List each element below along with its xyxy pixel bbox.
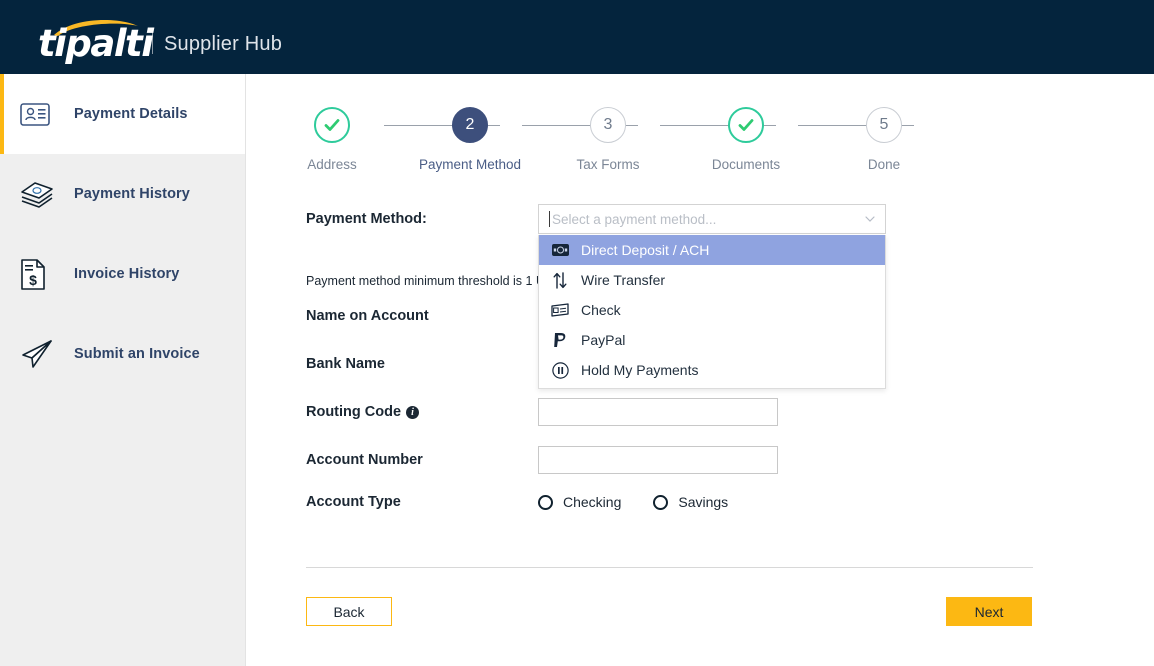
account-type-radio-group: Checking Savings — [538, 494, 728, 510]
text-cursor — [549, 211, 550, 227]
tipalti-wordmark: tipalti — [38, 25, 152, 62]
svg-text:$: $ — [29, 272, 37, 288]
routing-code-input[interactable] — [538, 398, 778, 426]
step-status-indicator — [728, 107, 764, 143]
main-content: Address 2 Payment Method 3 Tax Forms Doc… — [246, 74, 1154, 666]
app-subtitle: Supplier Hub — [164, 33, 282, 59]
pause-circle-icon — [550, 361, 570, 379]
step-done[interactable]: 5 Done — [824, 107, 944, 172]
step-label: Done — [868, 157, 900, 172]
account-number-row: Account Number — [306, 446, 1106, 474]
radio-savings[interactable] — [653, 495, 668, 510]
check-icon — [323, 116, 341, 134]
step-status-indicator: 2 — [452, 107, 488, 143]
supplier-hub-page: tipalti Supplier Hub Payment Details — [0, 0, 1154, 666]
id-card-icon — [20, 96, 64, 132]
step-documents[interactable]: Documents — [686, 107, 806, 172]
dropdown-option-label: Direct Deposit / ACH — [581, 242, 709, 258]
brand: tipalti Supplier Hub — [0, 15, 282, 59]
info-icon[interactable]: i — [406, 406, 419, 419]
step-status-indicator — [314, 107, 350, 143]
dropdown-option-direct-deposit-ach[interactable]: Direct Deposit / ACH — [539, 235, 885, 265]
progress-stepper: Address 2 Payment Method 3 Tax Forms Doc… — [306, 107, 940, 187]
paper-plane-icon — [20, 336, 64, 372]
radio-checking[interactable] — [538, 495, 553, 510]
sidebar-item-label: Submit an Invoice — [74, 346, 200, 362]
step-address[interactable]: Address — [272, 107, 392, 172]
routing-code-row: Routing Code i — [306, 398, 1106, 426]
dropdown-option-label: PayPal — [581, 332, 625, 348]
radio-savings-label: Savings — [678, 494, 728, 510]
account-number-input[interactable] — [538, 446, 778, 474]
account-type-row: Account Type Checking Savings — [306, 494, 1106, 510]
payment-method-form: Payment Method: Select a payment method.… — [306, 204, 1106, 530]
step-label: Payment Method — [419, 157, 521, 172]
routing-code-label-text: Routing Code — [306, 404, 401, 420]
payment-method-row: Payment Method: Select a payment method.… — [306, 204, 1106, 234]
dropdown-option-label: Wire Transfer — [581, 272, 665, 288]
tipalti-logo: tipalti — [38, 15, 142, 59]
sidebar-item-invoice-history[interactable]: $ Invoice History — [0, 234, 245, 314]
step-label: Documents — [712, 157, 780, 172]
sidebar-item-payment-history[interactable]: Payment History — [0, 154, 245, 234]
dropdown-option-label: Check — [581, 302, 621, 318]
bank-name-label: Bank Name — [306, 356, 538, 372]
payment-method-dropdown[interactable]: Direct Deposit / ACH Wire Transfer — [538, 235, 886, 389]
payment-method-placeholder: Select a payment method... — [552, 212, 716, 227]
sidebar-item-label: Payment Details — [74, 106, 188, 122]
dropdown-option-paypal[interactable]: PayPal — [539, 325, 885, 355]
step-status-indicator: 5 — [866, 107, 902, 143]
payment-method-select-wrap: Select a payment method... — [538, 204, 886, 234]
account-number-label: Account Number — [306, 452, 538, 468]
next-button[interactable]: Next — [946, 597, 1032, 626]
step-payment-method[interactable]: 2 Payment Method — [410, 107, 530, 172]
routing-code-label: Routing Code i — [306, 404, 538, 420]
sidebar-item-submit-an-invoice[interactable]: Submit an Invoice — [0, 314, 245, 394]
ach-card-icon — [550, 241, 570, 259]
step-status-indicator: 3 — [590, 107, 626, 143]
payment-method-label: Payment Method: — [306, 211, 538, 227]
chevron-down-icon[interactable] — [865, 216, 875, 222]
radio-checking-label: Checking — [563, 494, 621, 510]
step-tax-forms[interactable]: 3 Tax Forms — [548, 107, 668, 172]
account-type-label: Account Type — [306, 494, 538, 510]
dropdown-option-check[interactable]: Check — [539, 295, 885, 325]
sidebar: Payment Details Payment History — [0, 74, 246, 666]
check-paper-icon — [550, 301, 570, 319]
sidebar-item-label: Invoice History — [74, 266, 179, 282]
sidebar-item-label: Payment History — [74, 186, 190, 202]
app-header: tipalti Supplier Hub — [0, 0, 1154, 74]
check-icon — [737, 116, 755, 134]
paypal-icon — [550, 331, 570, 349]
footer-divider — [306, 567, 1033, 568]
sidebar-item-payment-details[interactable]: Payment Details — [0, 74, 245, 154]
dropdown-option-hold-my-payments[interactable]: Hold My Payments — [539, 355, 885, 385]
up-down-arrows-icon — [550, 271, 570, 289]
step-label: Address — [307, 157, 357, 172]
invoice-document-icon: $ — [20, 256, 64, 292]
back-button[interactable]: Back — [306, 597, 392, 626]
dropdown-option-label: Hold My Payments — [581, 362, 698, 378]
dropdown-option-wire-transfer[interactable]: Wire Transfer — [539, 265, 885, 295]
payment-method-select[interactable]: Select a payment method... — [538, 204, 886, 234]
step-label: Tax Forms — [576, 157, 639, 172]
banknotes-stack-icon — [20, 176, 64, 212]
name-on-account-label: Name on Account — [306, 308, 538, 324]
